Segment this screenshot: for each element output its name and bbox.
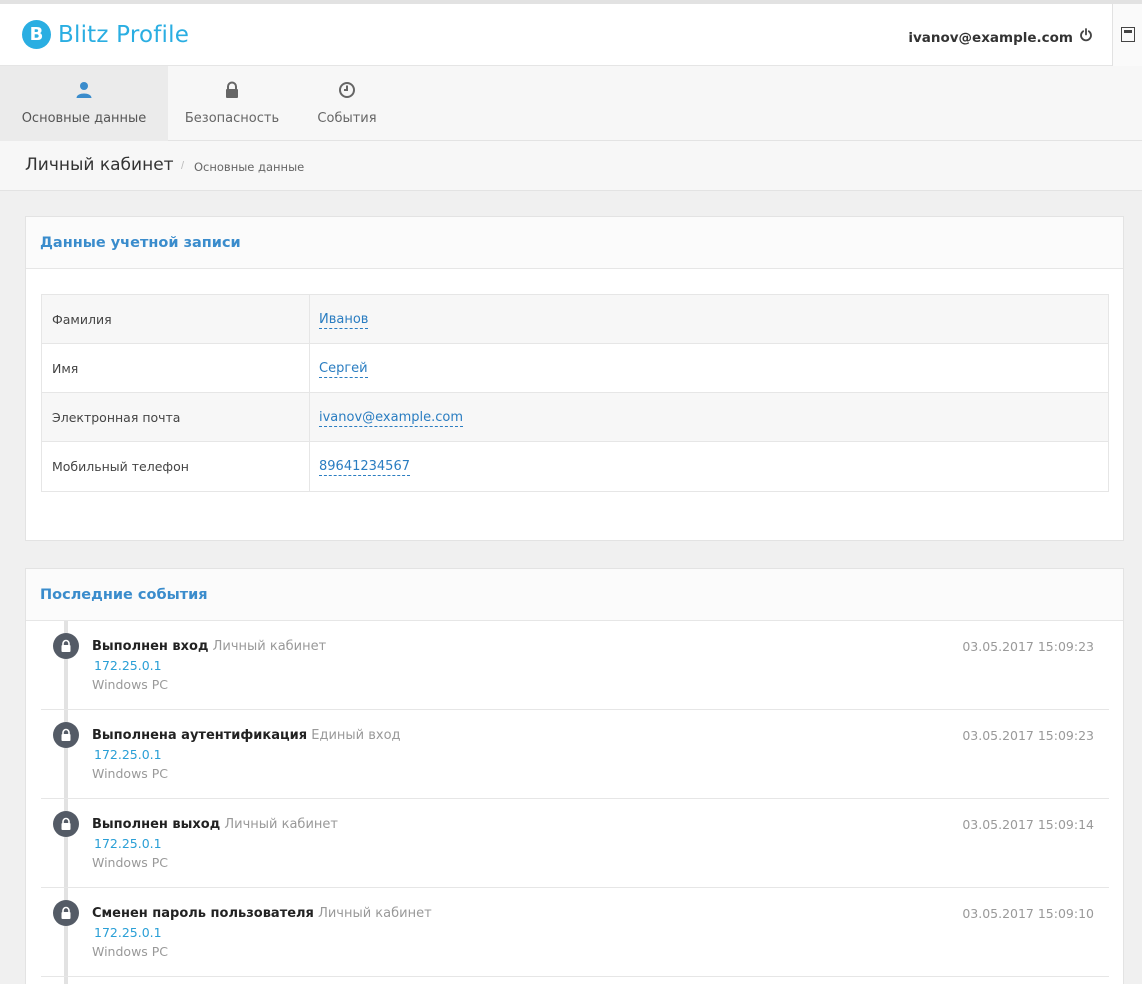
event-action: Выполнена аутентификация — [92, 728, 308, 743]
panel-title: Данные учетной записи — [40, 235, 241, 251]
phone-editable[interactable]: 89641234567 — [319, 459, 410, 476]
event-device: Windows PC — [92, 855, 169, 870]
event-action: Сменен пароль пользователя — [92, 906, 314, 921]
lock-icon — [61, 906, 71, 919]
main-tabs: Основные данные Безопасность События — [0, 66, 1142, 141]
clock-icon — [339, 82, 355, 98]
power-icon[interactable] — [1079, 28, 1093, 42]
logo-mark: B — [22, 20, 51, 49]
lock-icon — [61, 639, 71, 652]
table-row: Фамилия Иванов — [42, 295, 1108, 344]
sidebar-toggle-button[interactable] — [1112, 4, 1142, 66]
list-item: Сменен пароль пользователя Личный кабине… — [41, 888, 1109, 977]
tab-main-data[interactable]: Основные данные — [0, 66, 168, 141]
event-title: Выполнен вход Личный кабинет — [92, 639, 326, 654]
field-label: Электронная почта — [42, 393, 310, 441]
tab-label: События — [317, 111, 377, 126]
event-source: Единый вход — [311, 728, 401, 743]
event-action: Выполнен вход — [92, 639, 209, 654]
last-name-editable[interactable]: Иванов — [319, 312, 369, 329]
event-time: 03.05.2017 15:09:14 — [962, 817, 1094, 832]
page-title[interactable]: Личный кабинет — [25, 155, 174, 175]
table-row: Мобильный телефон 89641234567 — [42, 442, 1108, 491]
sidebar-toggle-icon — [1121, 27, 1135, 42]
breadcrumb-separator: / — [181, 160, 185, 172]
list-item: Выполнена аутентификация Единый вход 172… — [41, 710, 1109, 799]
field-value: Иванов — [310, 295, 369, 343]
tab-label: Безопасность — [184, 111, 280, 126]
event-title: Выполнена аутентификация Единый вход — [92, 728, 401, 743]
field-value: ivanov@example.com — [310, 393, 464, 441]
field-value: Сергей — [310, 344, 368, 392]
lock-icon — [226, 81, 238, 98]
panel-header: Последние события — [26, 569, 1123, 621]
event-source: Личный кабинет — [212, 639, 327, 654]
first-name-editable[interactable]: Сергей — [319, 361, 368, 378]
lock-icon — [61, 728, 71, 741]
event-ip[interactable]: 172.25.0.1 — [94, 747, 162, 762]
events-panel: Последние события Выполнен вход Личный к… — [25, 568, 1124, 984]
lock-icon — [61, 817, 71, 830]
tab-label: Основные данные — [21, 111, 147, 126]
event-device: Windows PC — [92, 944, 169, 959]
event-ip[interactable]: 172.25.0.1 — [94, 925, 162, 940]
panel-title: Последние события — [40, 587, 208, 603]
tab-security[interactable]: Безопасность — [168, 66, 296, 141]
top-bar: B Blitz Profile ivanov@example.com — [0, 0, 1142, 66]
table-row: Имя Сергей — [42, 344, 1108, 393]
event-ip[interactable]: 172.25.0.1 — [94, 836, 162, 851]
user-icon — [76, 82, 92, 98]
breadcrumb-current: Основные данные — [194, 160, 305, 174]
app-title: Blitz Profile — [58, 21, 190, 48]
event-badge — [53, 722, 79, 748]
event-device: Windows PC — [92, 766, 169, 781]
event-badge — [53, 811, 79, 837]
event-title: Сменен пароль пользователя Личный кабине… — [92, 906, 432, 921]
field-label: Имя — [42, 344, 310, 392]
account-table: Фамилия Иванов Имя Сергей Электронная по… — [41, 294, 1109, 492]
field-label: Фамилия — [42, 295, 310, 343]
event-ip[interactable]: 172.25.0.1 — [94, 658, 162, 673]
event-time: 03.05.2017 15:09:23 — [962, 728, 1094, 743]
event-action: Выполнен выход — [92, 817, 221, 832]
user-email[interactable]: ivanov@example.com — [908, 30, 1073, 46]
panel-header: Данные учетной записи — [26, 217, 1123, 269]
table-row: Электронная почта ivanov@example.com — [42, 393, 1108, 442]
event-badge — [53, 633, 79, 659]
event-source: Личный кабинет — [224, 817, 338, 832]
event-time: 03.05.2017 15:09:10 — [962, 906, 1094, 921]
event-title: Выполнен выход Личный кабинет — [92, 817, 338, 832]
account-panel: Данные учетной записи Фамилия Иванов Имя… — [25, 216, 1124, 541]
event-source: Личный кабинет — [318, 906, 432, 921]
breadcrumb: Личный кабинет / Основные данные — [0, 141, 1142, 191]
event-time: 03.05.2017 15:09:23 — [962, 639, 1094, 654]
field-label: Мобильный телефон — [42, 442, 310, 491]
field-value: 89641234567 — [310, 442, 410, 491]
list-item: Выполнен вход Личный кабинет 172.25.0.1 … — [41, 621, 1109, 710]
email-editable[interactable]: ivanov@example.com — [319, 410, 464, 427]
list-item: Выполнен выход Личный кабинет 172.25.0.1… — [41, 799, 1109, 888]
event-device: Windows PC — [92, 677, 169, 692]
event-badge — [53, 900, 79, 926]
tab-events[interactable]: События — [296, 66, 398, 141]
logo[interactable]: B Blitz Profile — [22, 20, 189, 49]
